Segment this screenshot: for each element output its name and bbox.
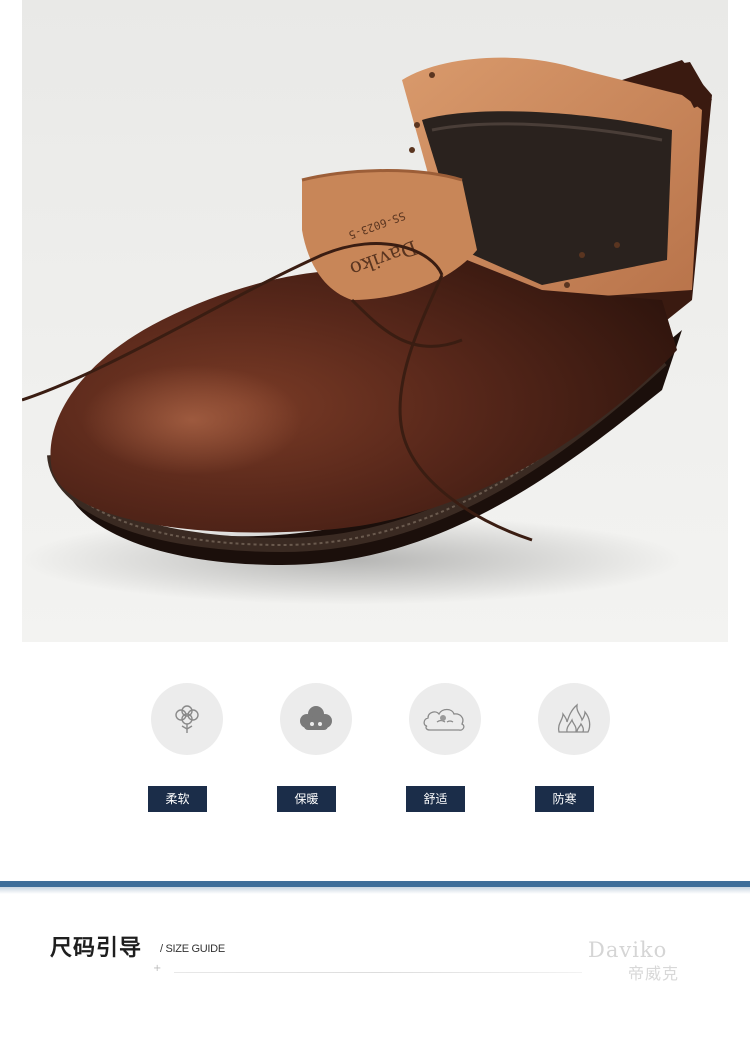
- flame-icon: [557, 703, 591, 733]
- section-divider-shadow: [0, 887, 750, 894]
- feature-icon-badge: [409, 683, 481, 755]
- feature-label: 舒适: [406, 786, 465, 812]
- brand-name-cn: 帝威克: [628, 964, 680, 983]
- feature-list: 柔软 保暖 舒适 防寒: [0, 680, 750, 820]
- feature-label: 柔软: [148, 786, 207, 812]
- plus-icon: +: [153, 963, 162, 974]
- header-rule: [174, 972, 582, 973]
- cotton-flower-icon: [175, 705, 199, 733]
- feature-label: 防寒: [535, 786, 594, 812]
- feature-item-soft: 柔软: [136, 680, 236, 820]
- size-guide-subtitle: / SIZE GUIDE: [160, 943, 225, 955]
- feature-icon-badge: [538, 683, 610, 755]
- boot-illustration: Daviko SS-6023-5: [22, 57, 712, 605]
- feature-item-warm: 保暖: [265, 680, 365, 820]
- feature-icon-badge: [151, 683, 223, 755]
- feature-item-cold-proof: 防寒: [523, 680, 623, 820]
- brand-name-en: Daviko: [588, 938, 668, 962]
- product-hero-image: Daviko SS-6023-5: [22, 0, 728, 642]
- sleeping-cloud-icon: [423, 708, 465, 731]
- fluffy-cloud-icon: [300, 706, 332, 730]
- feature-item-comfortable: 舒适: [394, 680, 494, 820]
- feature-icon-badge: [280, 683, 352, 755]
- brand-logo: Daviko 帝威克: [588, 938, 698, 984]
- size-guide-title: 尺码引导: [50, 936, 143, 961]
- feature-label: 保暖: [277, 786, 336, 812]
